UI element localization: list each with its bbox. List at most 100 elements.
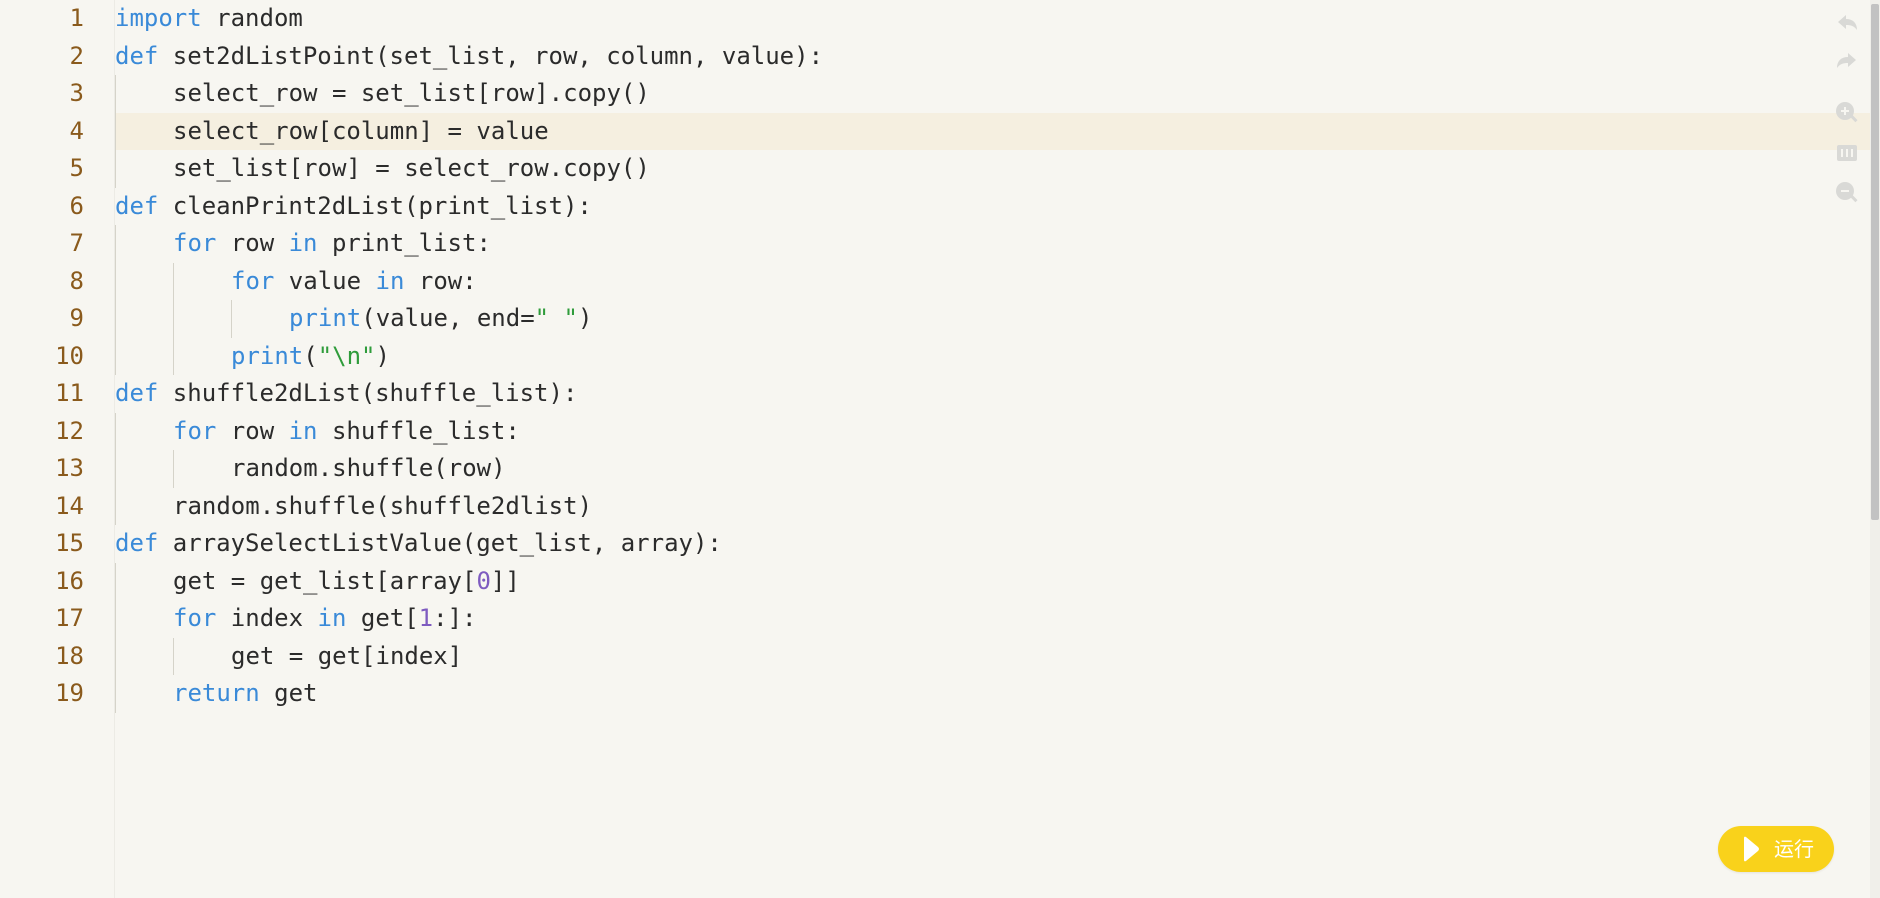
line-number: 19 <box>55 679 84 707</box>
indent-guide <box>115 300 116 338</box>
code-token: def <box>115 379 159 407</box>
code-token: row <box>216 416 289 445</box>
indent-guide <box>115 450 116 488</box>
code-token: :]: <box>433 604 477 632</box>
code-line[interactable]: import random <box>115 0 1880 38</box>
code-token: value <box>274 266 376 295</box>
code-text: get = get[index] <box>231 638 462 676</box>
code-token: get <box>259 679 318 707</box>
code-token: index <box>216 604 318 632</box>
code-editor[interactable]: 1 2 3 4 5 6 7 8 9 10 11 12 13 14 15 16 17 18 19 import ran… <box>0 0 1880 898</box>
code-line[interactable]: for row in shuffle_list: <box>115 412 1880 451</box>
line-number: 5 <box>69 154 84 182</box>
code-text: set_list[row] = select_row.copy() <box>173 150 650 188</box>
code-text: random.shuffle(row) <box>231 450 506 488</box>
code-token: get[ <box>346 604 419 632</box>
code-text: select_row[column] = value <box>173 113 549 151</box>
code-line[interactable]: random.shuffle(shuffle2dlist) <box>115 487 1880 526</box>
code-token: set2dListPoint(set_list, row, column, va… <box>158 41 824 70</box>
line-number: 3 <box>69 79 84 107</box>
code-text: random.shuffle(shuffle2dlist) <box>173 488 592 526</box>
indent-guide <box>173 637 174 675</box>
code-line[interactable]: get = get[index] <box>115 637 1880 676</box>
code-line[interactable]: set_list[row] = select_row.copy() <box>115 150 1880 188</box>
code-token: (value, end= <box>361 304 535 332</box>
undo-icon[interactable] <box>1832 10 1862 40</box>
code-token: get = get[index] <box>231 641 463 670</box>
scrollbar-thumb[interactable] <box>1871 4 1879 520</box>
indent-guide <box>115 112 116 150</box>
code-line[interactable]: select_row[column] = value <box>115 112 1880 151</box>
vertical-scrollbar[interactable] <box>1870 0 1880 898</box>
zoom-in-icon[interactable] <box>1832 98 1862 128</box>
code-text: for value in row: <box>231 263 477 301</box>
line-number: 10 <box>55 341 84 370</box>
code-line[interactable]: return get <box>115 675 1880 713</box>
indent-guide <box>115 337 116 375</box>
code-line[interactable]: def arraySelectListValue(get_list, array… <box>115 525 1880 563</box>
code-line[interactable]: for index in get[1:]: <box>115 600 1880 638</box>
indent-guide <box>115 412 116 450</box>
code-token: print <box>231 341 304 370</box>
code-token: ]] <box>490 566 520 595</box>
code-token: ) <box>578 304 593 332</box>
line-number: 12 <box>55 416 84 445</box>
fit-icon[interactable] <box>1832 138 1862 168</box>
line-number: 6 <box>69 191 84 220</box>
line-number: 4 <box>69 116 84 145</box>
code-token: select_row = set_list[row].copy() <box>173 79 650 107</box>
code-token: import <box>115 4 202 32</box>
code-token: def <box>115 41 159 70</box>
line-number: 1 <box>69 4 84 32</box>
code-text: get = get_list[array[0]] <box>173 563 520 601</box>
code-text: def set2dListPoint(set_list, row, column… <box>115 38 823 76</box>
run-button-label: 运行 <box>1774 837 1814 861</box>
indent-guide <box>115 600 116 638</box>
code-token: "\n" <box>317 341 376 370</box>
code-token: print <box>289 304 362 332</box>
code-line[interactable]: get = get_list[array[0]] <box>115 562 1880 601</box>
code-line[interactable]: select_row = set_list[row].copy() <box>115 75 1880 113</box>
line-number: 17 <box>55 604 84 632</box>
code-token: in <box>288 229 318 257</box>
code-token: in <box>375 266 405 295</box>
indent-guide <box>173 300 174 338</box>
redo-icon[interactable] <box>1832 48 1862 78</box>
line-number: 18 <box>55 641 84 670</box>
line-number: 7 <box>69 229 84 257</box>
indent-guide <box>115 637 116 675</box>
code-line[interactable]: random.shuffle(row) <box>115 450 1880 488</box>
code-line[interactable]: for value in row: <box>115 262 1880 301</box>
code-token: 1 <box>418 604 434 632</box>
code-line[interactable]: def cleanPrint2dList(print_list): <box>115 188 1880 226</box>
code-token: set_list[row] = select_row.copy() <box>173 154 650 182</box>
code-text: select_row = set_list[row].copy() <box>173 75 650 113</box>
play-icon <box>1744 836 1759 862</box>
code-token: ) <box>375 341 390 370</box>
code-line[interactable]: def shuffle2dList(shuffle_list): <box>115 375 1880 413</box>
code-token: for <box>173 416 217 445</box>
code-token: def <box>115 191 159 220</box>
code-token: ( <box>303 341 318 370</box>
code-token: shuffle2dList(shuffle_list): <box>158 379 578 407</box>
code-line[interactable]: print("\n") <box>115 337 1880 376</box>
code-text: for index in get[1:]: <box>173 600 476 638</box>
indent-guide <box>173 337 174 375</box>
code-token: shuffle_list: <box>317 416 520 445</box>
line-number: 16 <box>55 566 84 595</box>
code-line[interactable]: def set2dListPoint(set_list, row, column… <box>115 38 1880 76</box>
code-text: for row in shuffle_list: <box>173 413 520 451</box>
code-area[interactable]: import random def set2dListPoint(set_list… <box>115 0 1880 898</box>
line-number: 8 <box>69 266 84 295</box>
code-text: print("\n") <box>231 338 390 376</box>
code-line[interactable]: for row in print_list: <box>115 225 1880 263</box>
code-text: for row in print_list: <box>173 225 491 263</box>
code-text: print(value, end=" ") <box>289 300 592 338</box>
zoom-out-icon[interactable] <box>1832 178 1862 208</box>
indent-guide <box>115 75 116 113</box>
code-line[interactable]: print(value, end=" ") <box>115 300 1880 338</box>
code-text: import random <box>115 0 303 38</box>
run-button[interactable]: 运行 <box>1718 826 1834 872</box>
code-token: get = get_list[array[ <box>173 566 477 595</box>
code-token: in <box>288 416 318 445</box>
